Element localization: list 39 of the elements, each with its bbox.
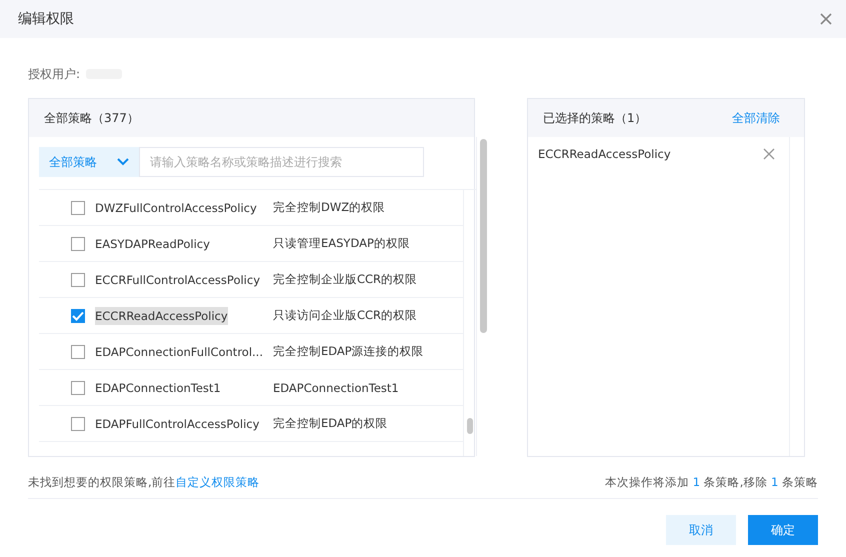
remove-icon[interactable] [763, 148, 775, 160]
policy-name: EDAPFullControlAccessPolicy [95, 416, 260, 432]
policy-name: DWZFullControlAccessPolicy [95, 200, 258, 216]
selected-policy: ECCRReadAccessPolicy [538, 147, 671, 161]
policy-name: EDAPConnectionTest1 [95, 380, 222, 396]
policy-description: 只读访问企业版CCR的权限 [272, 308, 418, 323]
checkbox[interactable] [71, 344, 85, 358]
checkbox[interactable] [71, 272, 85, 286]
checkbox[interactable] [71, 380, 85, 394]
policy-description: EDAPConnectionTest1 [273, 380, 400, 394]
confirm-button[interactable]: 确定 [748, 515, 818, 545]
policy-description: 完全控制EDAP的权限 [273, 416, 389, 431]
scrollbar-thumb[interactable] [467, 418, 473, 434]
policy-description: 完全控制企业版CCR的权限 [273, 272, 418, 287]
filter-dropdown[interactable]: 全部策略 [39, 147, 139, 177]
panel-title: 全部策略（377） [44, 110, 139, 126]
checkbox[interactable] [71, 200, 85, 214]
checkbox[interactable] [71, 308, 85, 322]
custom-policy-link[interactable]: 自定义权限策略 [176, 475, 260, 489]
cancel-button[interactable]: 取消 [666, 515, 736, 545]
dialog-title: 编辑权限 [18, 10, 74, 28]
policy-name: EDAPConnectionFullControl... [95, 344, 264, 360]
search-field[interactable]: 请输入策略名称或策略描述进行搜索 [139, 147, 424, 177]
policy-description: 只读管理EASYDAP的权限 [273, 236, 411, 251]
policy-description: 完全控制DWZ的权限 [273, 200, 386, 215]
summary-text: 本次操作将添加 1 条策略,移除 1 条策略 [605, 475, 818, 490]
policy-name: ECCRReadAccessPolicy [95, 306, 228, 324]
policy-description: 完全控制EDAP源连接的权限 [273, 344, 425, 359]
panel-title: 已选择的策略（1） [543, 110, 647, 126]
clear-all-link[interactable]: 全部清除 [732, 110, 780, 126]
checkbox[interactable] [71, 236, 85, 250]
hint-text: 未找到想要的权限策略,前往自定义权限策略 [28, 475, 260, 490]
policy-name: EASYDAPReadPolicy [95, 236, 211, 252]
checkbox[interactable] [71, 416, 85, 430]
close-icon[interactable] [820, 13, 832, 25]
chevron-down-icon [117, 158, 129, 166]
scrollbar-thumb[interactable] [480, 139, 487, 333]
policy-name: ECCRFullControlAccessPolicy [95, 272, 261, 288]
user-label: 授权用户: [28, 66, 80, 82]
